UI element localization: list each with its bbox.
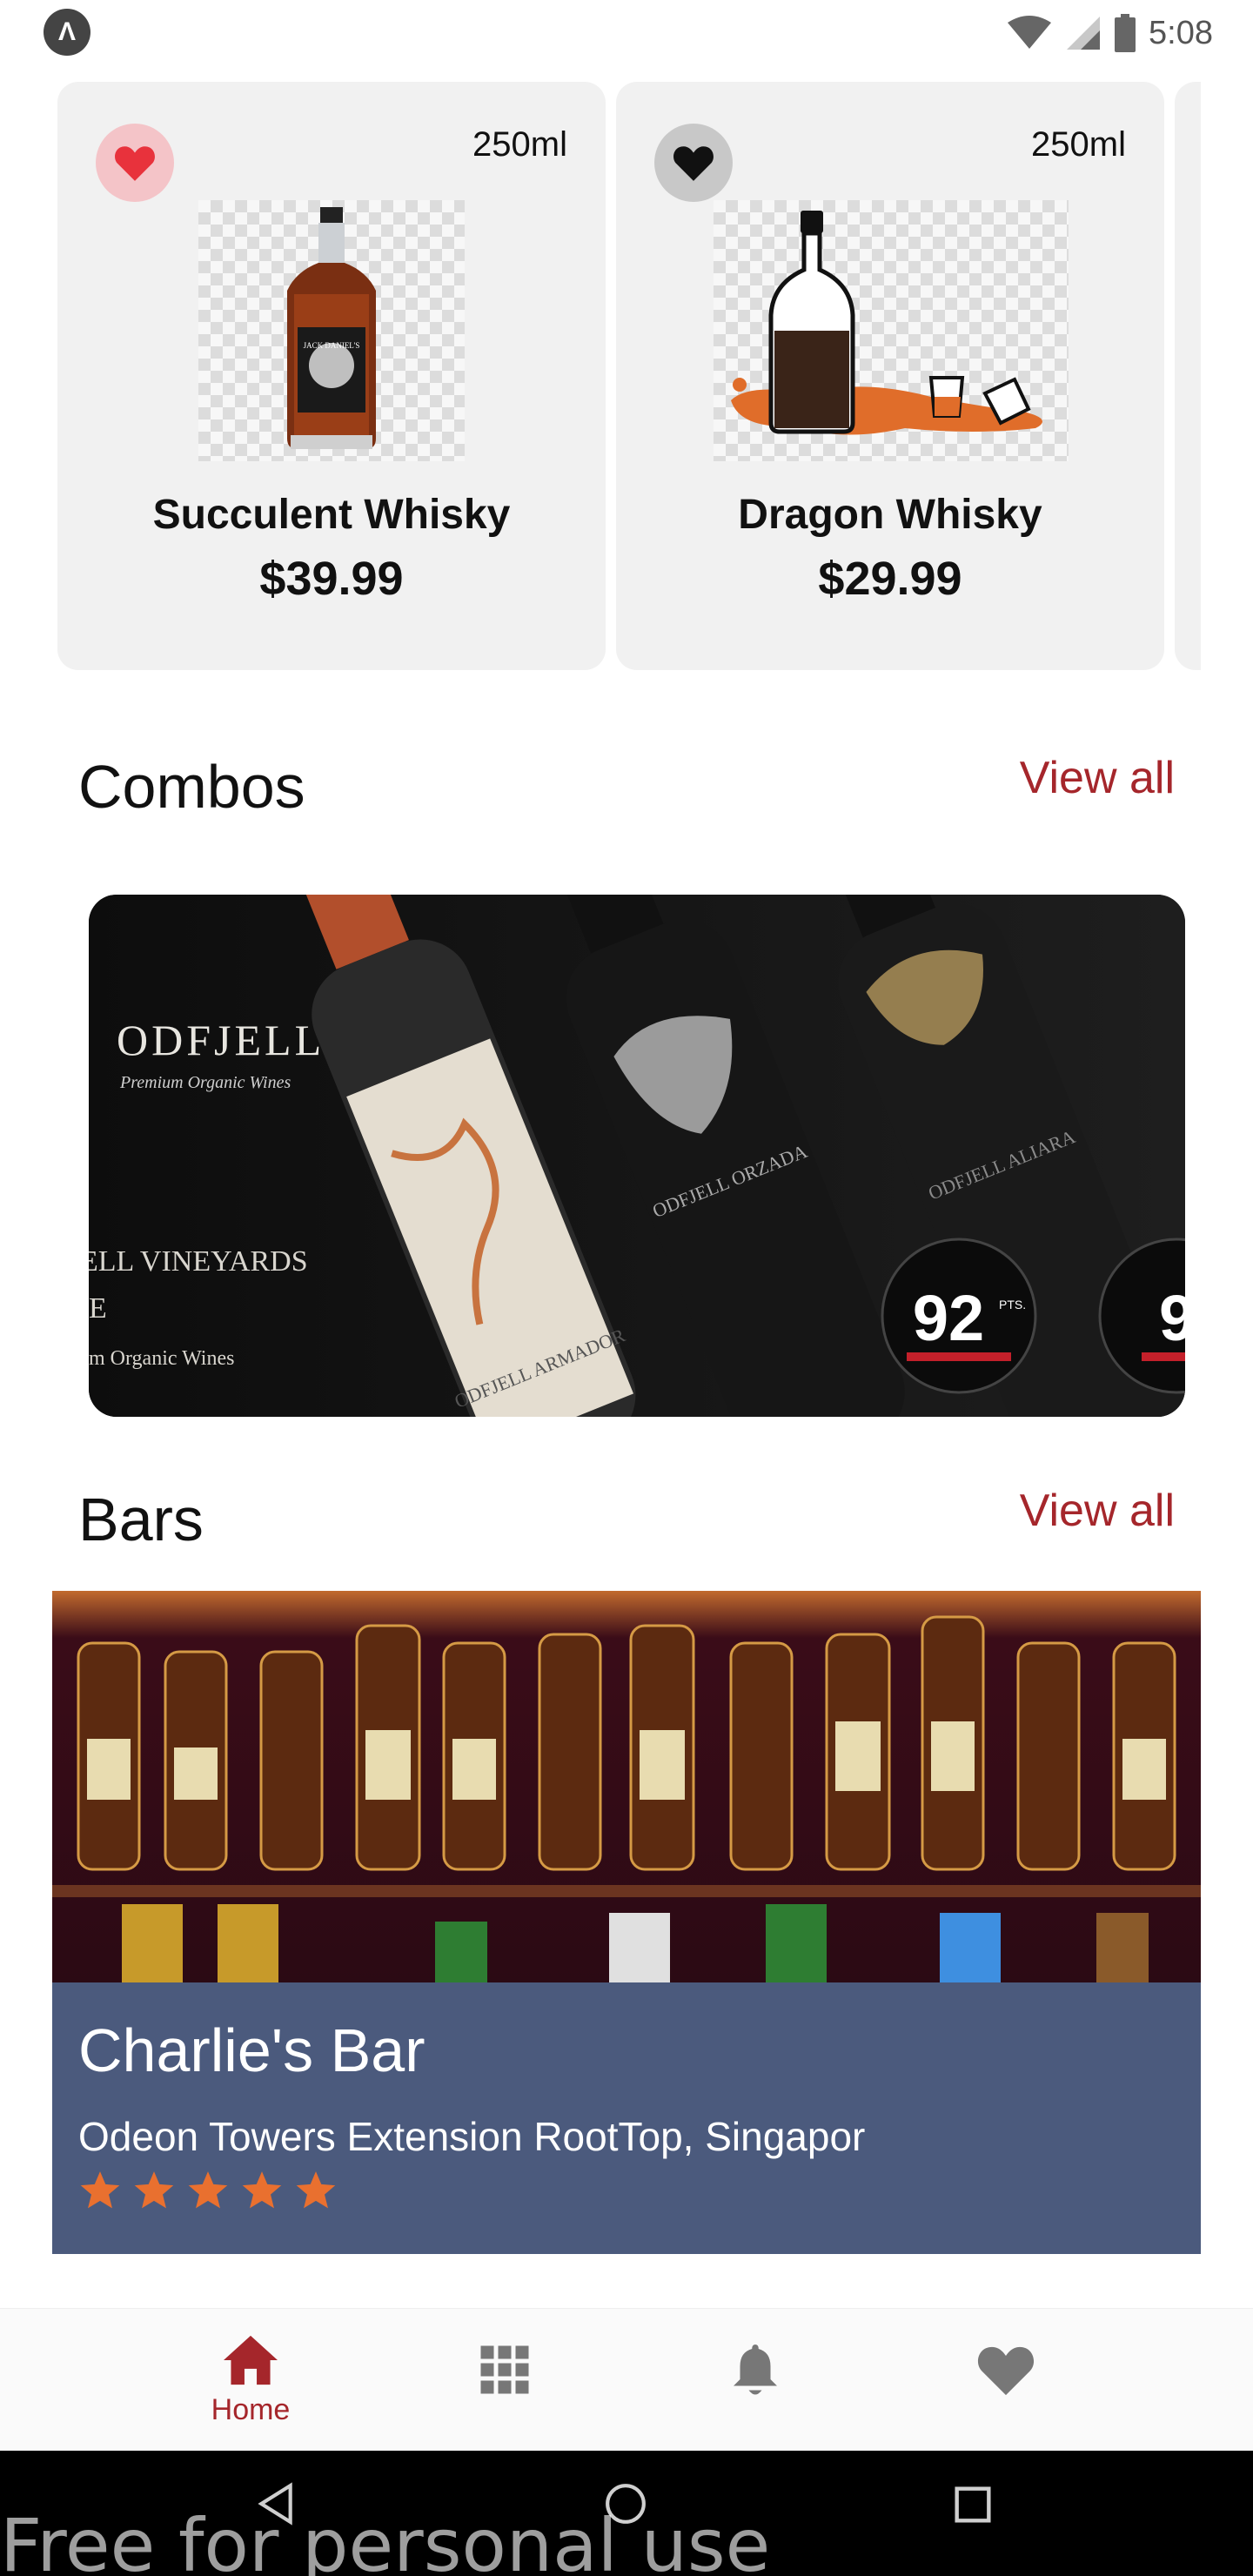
bars-title: Bars: [78, 1486, 204, 1553]
combo-banner[interactable]: ODFJELL Premium Organic Wines ELL VINEYA…: [89, 895, 1185, 1417]
product-card[interactable]: 250ml Dragon Whisky $29.99: [616, 82, 1164, 670]
product-price: $39.99: [259, 553, 404, 605]
bar-name: Charlie's Bar: [78, 2016, 425, 2084]
score-badge-1: 92: [913, 1282, 984, 1354]
spilled-whisky-image: [731, 211, 1042, 435]
star-icon: [80, 2171, 120, 2209]
banner-line-3: m Organic Wines: [89, 1347, 234, 1370]
status-icons: 5:08: [1006, 9, 1213, 57]
star-icon: [134, 2171, 174, 2209]
banner-line-1: ELL VINEYARDS: [89, 1245, 308, 1278]
score-badge-1-unit: PTS.: [999, 1298, 1026, 1311]
product-card-peek[interactable]: [1175, 82, 1201, 670]
home-icon: [224, 2335, 278, 2385]
bar-address: Odeon Towers Extension RootTop, Singapor: [78, 2114, 866, 2159]
nav-home[interactable]: Home: [190, 2333, 312, 2427]
star-icon: [188, 2171, 228, 2209]
watermark-text: Free for personal use: [0, 2503, 771, 2576]
star-icon: [296, 2171, 336, 2209]
product-image: [714, 200, 1069, 461]
app-notification-icon: Λ: [44, 9, 90, 56]
combos-view-all-link[interactable]: View all: [1020, 752, 1175, 804]
banner-tagline: Premium Organic Wines: [119, 1073, 291, 1092]
product-card[interactable]: 250ml JACK DANIEL'S Succulent Whisky $39…: [57, 82, 606, 670]
bell-icon: [734, 2345, 777, 2395]
combos-title: Combos: [78, 753, 305, 821]
bottle-label-text: JACK DANIEL'S: [304, 341, 360, 350]
product-volume: 250ml: [1031, 125, 1126, 164]
nav-categories[interactable]: [444, 2333, 566, 2400]
grid-icon: [480, 2345, 529, 2394]
bar-photo: [52, 1591, 1201, 1982]
product-carousel[interactable]: 250ml JACK DANIEL'S Succulent Whisky $39…: [57, 82, 1201, 670]
heart-icon: [115, 146, 155, 181]
signal-icon: [1067, 17, 1101, 50]
nav-notifications[interactable]: [694, 2333, 816, 2404]
recents-icon[interactable]: [954, 2485, 992, 2524]
banner-line-2: E: [89, 1292, 107, 1325]
product-name: Succulent Whisky: [152, 492, 511, 538]
whisky-bottle-image: JACK DANIEL'S: [287, 207, 376, 449]
battery-icon: [1115, 14, 1136, 52]
favorite-button[interactable]: [96, 124, 174, 202]
heart-icon: [673, 146, 714, 181]
bar-card[interactable]: Charlie's Bar Odeon Towers Extension Roo…: [52, 1591, 1201, 2254]
bar-shelf-image: [52, 1591, 1201, 1982]
bar-info-panel: Charlie's Bar Odeon Towers Extension Roo…: [52, 1982, 1201, 2254]
bar-rating: [78, 2169, 338, 2212]
product-price: $29.99: [818, 553, 962, 605]
system-navigation-bar: Free for personal use: [0, 2451, 1253, 2576]
wifi-icon: [1008, 16, 1052, 49]
product-volume: 250ml: [472, 125, 567, 164]
product-image: JACK DANIEL'S: [198, 200, 465, 461]
status-bar: Λ 5:08: [0, 0, 1253, 66]
nav-home-label: Home: [211, 2393, 291, 2426]
nav-favorites[interactable]: [945, 2333, 1067, 2402]
wine-bottles-image: ODFJELL Premium Organic Wines ELL VINEYA…: [89, 895, 1185, 1417]
product-name: Dragon Whisky: [738, 492, 1042, 538]
star-icon: [242, 2171, 282, 2209]
bottom-navigation: Home: [0, 2308, 1253, 2451]
bars-view-all-link[interactable]: View all: [1020, 1485, 1175, 1537]
heart-icon: [977, 2346, 1035, 2396]
clock: 5:08: [1149, 14, 1213, 51]
banner-brand: ODFJELL: [117, 1016, 325, 1064]
score-badge-2: 94: [1159, 1282, 1185, 1354]
favorite-button[interactable]: [654, 124, 733, 202]
